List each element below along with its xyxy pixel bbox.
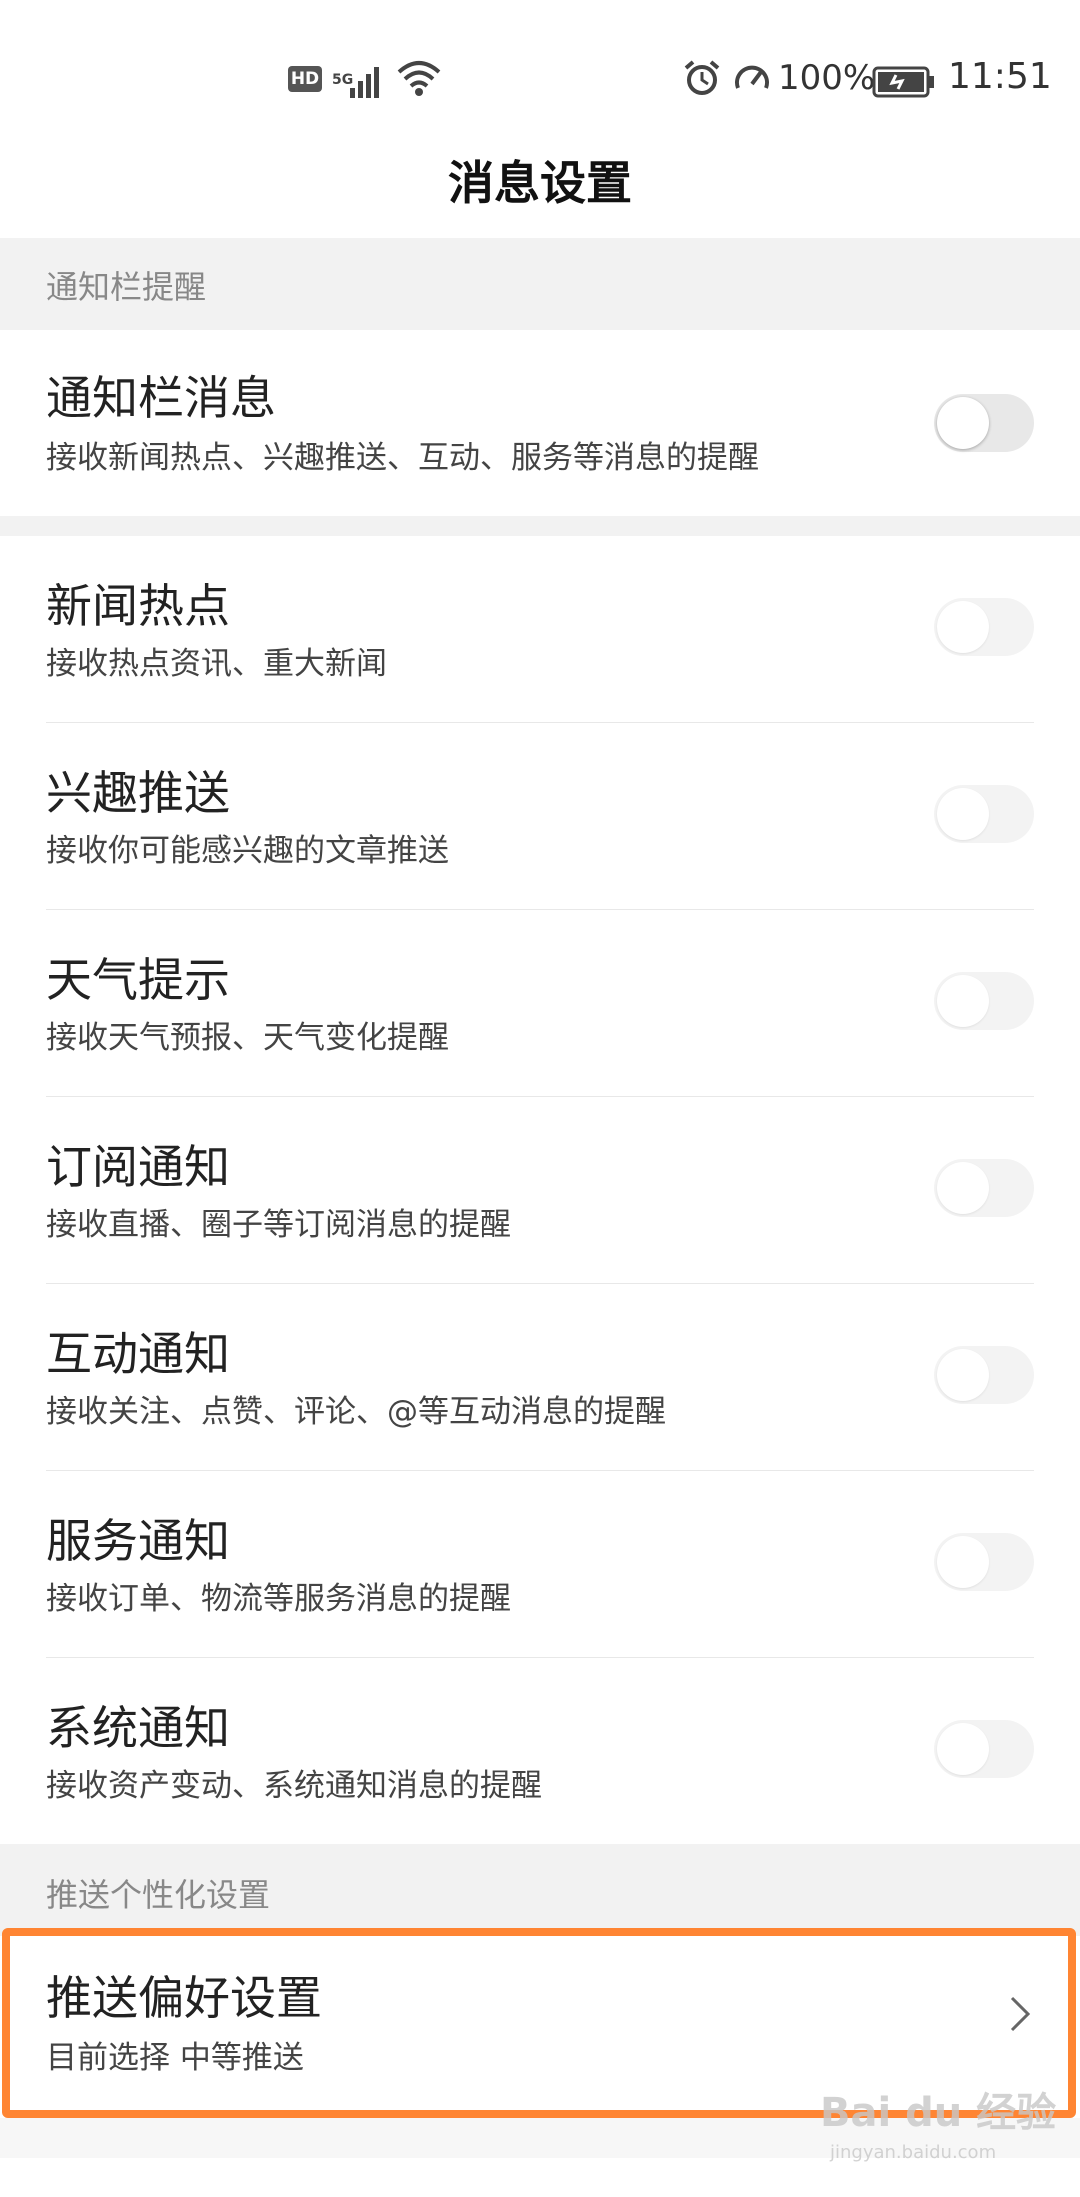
notification-master-toggle[interactable] <box>934 394 1034 452</box>
alarm-icon <box>682 58 722 98</box>
list-item[interactable]: 服务通知 接收订单、物流等服务消息的提醒 <box>0 1471 1080 1658</box>
list-item[interactable]: 系统通知 接收资产变动、系统通知消息的提醒 <box>0 1658 1080 1844</box>
toggle-switch[interactable] <box>934 1720 1034 1778</box>
battery-charging-icon <box>872 62 936 102</box>
list-item[interactable]: 订阅通知 接收直播、圈子等订阅消息的提醒 <box>0 1097 1080 1284</box>
row-subtitle: 接收热点资讯、重大新闻 <box>46 646 387 682</box>
section-header-push-personalization: 推送个性化设置 <box>0 1844 1080 1936</box>
row-subtitle: 接收新闻热点、兴趣推送、互动、服务等消息的提醒 <box>46 440 759 476</box>
hd-badge: HD <box>288 66 322 92</box>
section-header-label: 推送个性化设置 <box>46 1876 271 1914</box>
watermark-url: jingyan.baidu.com <box>830 2142 997 2163</box>
section-header-label: 通知栏提醒 <box>46 268 207 306</box>
toggle-switch[interactable] <box>934 972 1034 1030</box>
watermark-brand: Bai du 经验 <box>820 2090 1057 2136</box>
section-header-notification-bar: 通知栏提醒 <box>0 238 1080 330</box>
status-bar: HD 5G 100% 11:51 <box>0 0 1080 140</box>
list-item[interactable]: 互动通知 接收关注、点赞、评论、@等互动消息的提醒 <box>0 1284 1080 1471</box>
list-item[interactable]: 天气提示 接收天气预报、天气变化提醒 <box>0 910 1080 1097</box>
section-gap <box>0 516 1080 536</box>
list-item[interactable]: 兴趣推送 接收你可能感兴趣的文章推送 <box>0 723 1080 910</box>
notification-master-row[interactable]: 通知栏消息 接收新闻热点、兴趣推送、互动、服务等消息的提醒 <box>0 330 1080 516</box>
row-subtitle: 接收直播、圈子等订阅消息的提醒 <box>46 1207 511 1243</box>
row-subtitle: 接收关注、点赞、评论、@等互动消息的提醒 <box>46 1394 666 1430</box>
row-subtitle: 接收订单、物流等服务消息的提醒 <box>46 1581 511 1617</box>
row-title: 系统通知 <box>46 1701 230 1755</box>
row-subtitle: 接收天气预报、天气变化提醒 <box>46 1020 449 1056</box>
row-title: 兴趣推送 <box>46 766 230 820</box>
row-title: 服务通知 <box>46 1514 230 1568</box>
list-item[interactable]: 新闻热点 接收热点资讯、重大新闻 <box>0 536 1080 723</box>
toggle-switch[interactable] <box>934 1533 1034 1591</box>
page-title: 消息设置 <box>448 156 632 210</box>
toggle-switch[interactable] <box>934 1159 1034 1217</box>
row-title: 互动通知 <box>46 1327 230 1381</box>
battery-percent: 100% <box>778 58 876 98</box>
row-title: 订阅通知 <box>46 1140 230 1194</box>
row-title: 通知栏消息 <box>46 371 276 425</box>
clock: 11:51 <box>948 55 1052 97</box>
row-title: 天气提示 <box>46 953 230 1007</box>
baidu-jingyan-watermark: Bai du 经验 jingyan.baidu.com <box>820 2080 1060 2180</box>
signal-icon <box>350 62 379 98</box>
toggle-switch[interactable] <box>934 598 1034 656</box>
speed-icon <box>732 58 772 98</box>
wifi-icon <box>396 58 442 98</box>
row-subtitle: 接收资产变动、系统通知消息的提醒 <box>46 1768 542 1804</box>
row-subtitle: 接收你可能感兴趣的文章推送 <box>46 833 449 869</box>
toggle-switch[interactable] <box>934 785 1034 843</box>
row-title: 新闻热点 <box>46 579 230 633</box>
toggle-switch[interactable] <box>934 1346 1034 1404</box>
